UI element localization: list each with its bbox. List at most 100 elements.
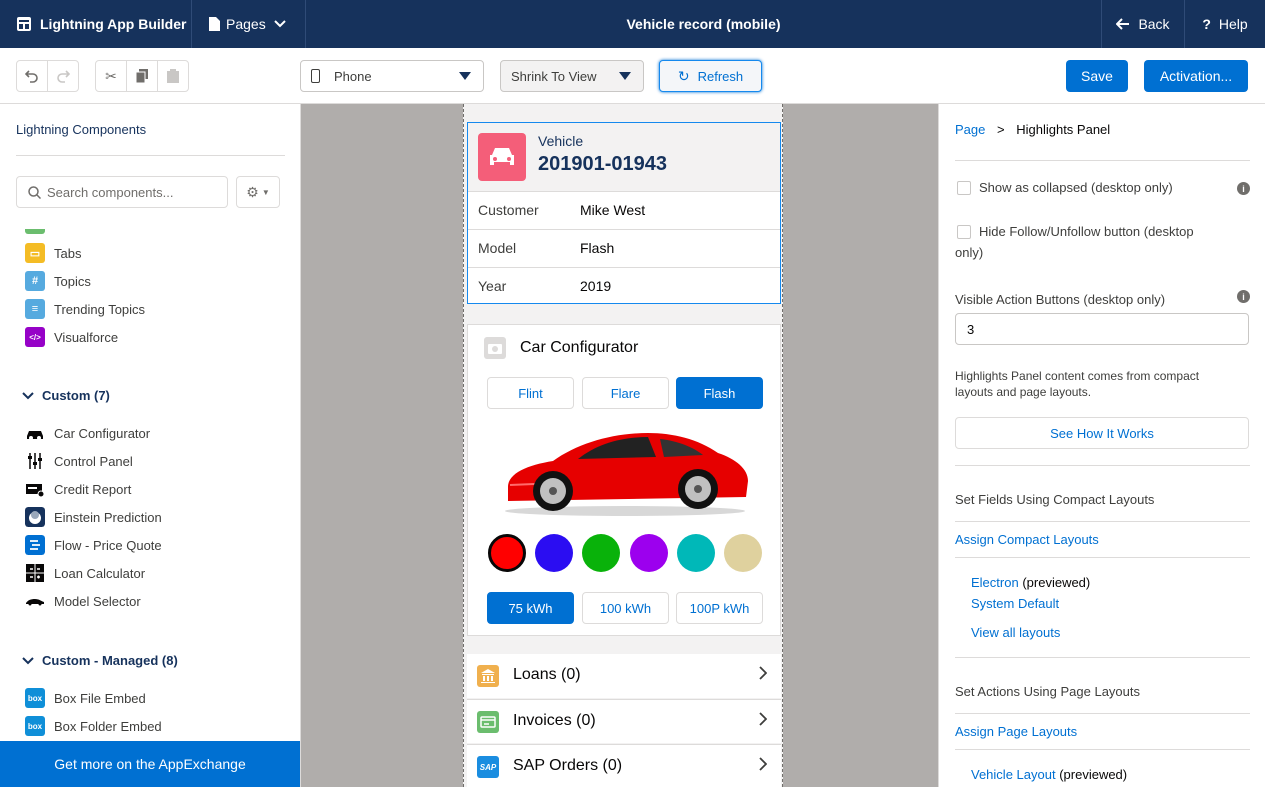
component-label: Einstein Prediction	[54, 509, 162, 525]
activation-button[interactable]: Activation...	[1144, 60, 1248, 92]
battery-button-100[interactable]: 100 kWh	[582, 592, 669, 624]
app-name[interactable]: Lightning App Builder	[0, 0, 192, 48]
component-label: Visualforce	[54, 329, 119, 345]
page-layout-link[interactable]: Vehicle Layout	[971, 767, 1056, 782]
highlights-panel[interactable]: Vehicle 201901-01943 Customer Mike West …	[467, 122, 781, 304]
phone-preview: Vehicle 201901-01943 Customer Mike West …	[463, 104, 783, 788]
page-layouts-heading: Set Actions Using Page Layouts	[955, 684, 1141, 699]
page-layout-item: Vehicle Layout (previewed)	[971, 764, 1127, 785]
show-collapsed-checkbox[interactable]	[957, 181, 971, 195]
copy-button[interactable]	[126, 60, 158, 92]
visible-actions-input[interactable]: 3	[955, 313, 1249, 345]
color-swatch-green[interactable]	[582, 534, 620, 572]
component-label: Loan Calculator	[54, 565, 146, 581]
component-box-file-embed[interactable]: box Box File Embed	[25, 688, 146, 708]
related-list-loans[interactable]: Loans (0)	[467, 654, 781, 698]
component-credit-report[interactable]: Credit Report	[25, 479, 131, 499]
info-icon[interactable]: i	[1237, 290, 1250, 303]
color-swatch-purple[interactable]	[630, 534, 668, 572]
scissors-icon: ✂	[105, 67, 117, 84]
chevron-down-icon	[22, 391, 34, 399]
divider	[955, 465, 1250, 466]
appexchange-link[interactable]: Get more on the AppExchange	[0, 741, 300, 787]
pages-menu[interactable]: Pages	[192, 0, 306, 48]
related-list-sap-orders[interactable]: SAP SAP Orders (0)	[467, 744, 781, 788]
chevron-down-icon	[22, 656, 34, 664]
top-bar: Lightning App Builder Pages Vehicle reco…	[0, 0, 1265, 48]
divider	[955, 521, 1250, 522]
color-swatch-beige[interactable]	[724, 534, 762, 572]
related-list-label: Invoices (0)	[513, 712, 596, 729]
settings-menu-button[interactable]: ⚙ ▼	[236, 176, 280, 208]
sliders-icon	[28, 453, 42, 469]
properties-panel: Page > Highlights Panel Show as collapse…	[938, 104, 1265, 787]
component-label: Topics	[54, 273, 91, 289]
component-flow-price-quote[interactable]: Flow - Price Quote	[25, 535, 162, 555]
undo-button[interactable]	[16, 60, 48, 92]
component-visualforce[interactable]: </> Visualforce	[25, 327, 118, 347]
field-row-year: Year 2019	[468, 267, 780, 305]
back-button[interactable]: Back	[1101, 0, 1184, 48]
car-configurator-card[interactable]: Car Configurator Flint Flare Flash 75 kW…	[467, 324, 781, 636]
component-loan-calculator[interactable]: Loan Calculator	[25, 563, 145, 583]
assign-compact-layouts-link[interactable]: Assign Compact Layouts	[955, 529, 1099, 550]
components-title: Lightning Components	[16, 122, 147, 137]
car-icon	[478, 133, 526, 181]
paste-button[interactable]	[157, 60, 189, 92]
trim-button-flint[interactable]: Flint	[487, 377, 574, 409]
component-trending-topics[interactable]: ≡ Trending Topics	[25, 299, 145, 319]
search-input[interactable]: Search components...	[16, 176, 228, 208]
search-placeholder: Search components...	[47, 184, 174, 200]
component-label: Box File Embed	[54, 690, 146, 706]
undo-icon	[25, 70, 38, 83]
field-label: Customer	[478, 202, 539, 218]
trim-button-flash[interactable]: Flash	[676, 377, 763, 409]
divider	[955, 557, 1250, 558]
trim-button-flare[interactable]: Flare	[582, 377, 669, 409]
caret-down-icon	[459, 72, 471, 80]
battery-button-100p[interactable]: 100P kWh	[676, 592, 763, 624]
color-swatch-blue[interactable]	[535, 534, 573, 572]
section-custom-managed[interactable]: Custom - Managed (8)	[21, 653, 178, 668]
divider	[16, 155, 285, 156]
paste-icon	[167, 69, 179, 83]
see-how-it-works-button[interactable]: See How It Works	[955, 417, 1249, 449]
section-custom[interactable]: Custom (7)	[21, 388, 110, 403]
pages-label: Pages	[226, 16, 266, 32]
refresh-button[interactable]: ↻ Refresh	[659, 60, 762, 92]
hide-follow-label: Hide Follow/Unfollow button (desktop onl…	[955, 224, 1194, 260]
customer-link[interactable]: Mike West	[580, 202, 645, 218]
device-select[interactable]: Phone	[300, 60, 484, 92]
einstein-icon	[25, 507, 45, 527]
help-button[interactable]: ? Help	[1184, 0, 1265, 48]
highlights-header: Vehicle 201901-01943	[468, 123, 780, 191]
save-button[interactable]: Save	[1066, 60, 1128, 92]
component-einstein-prediction[interactable]: Einstein Prediction	[25, 507, 162, 527]
battery-button-75[interactable]: 75 kWh	[487, 592, 574, 624]
related-list-invoices[interactable]: Invoices (0)	[467, 699, 781, 743]
box-icon: box	[25, 688, 45, 708]
previewed-note: (previewed)	[1022, 575, 1091, 590]
component-control-panel[interactable]: Control Panel	[25, 451, 133, 471]
zoom-select[interactable]: Shrink To View	[500, 60, 644, 92]
breadcrumb-page-link[interactable]: Page	[955, 122, 985, 137]
flow-icon	[25, 535, 45, 555]
component-car-configurator[interactable]: Car Configurator	[25, 423, 150, 443]
color-swatch-red[interactable]	[488, 534, 526, 572]
component-topics[interactable]: # Topics	[25, 271, 91, 291]
toolbar: ✂ Phone Shrink To View ↻ Refresh Save Ac…	[0, 48, 1265, 104]
assign-page-layouts-link[interactable]: Assign Page Layouts	[955, 721, 1077, 742]
cut-button[interactable]: ✂	[95, 60, 127, 92]
sap-icon: SAP	[477, 756, 499, 778]
color-swatch-teal[interactable]	[677, 534, 715, 572]
view-all-layouts-link[interactable]: View all layouts	[971, 622, 1060, 643]
redo-button[interactable]	[47, 60, 79, 92]
question-icon: ?	[1202, 16, 1211, 32]
component-model-selector[interactable]: Model Selector	[25, 591, 141, 611]
compact-layout-link[interactable]: System Default	[971, 593, 1059, 614]
chevron-right-icon	[759, 757, 768, 776]
component-box-folder-embed[interactable]: box Box Folder Embed	[25, 716, 162, 736]
component-tabs[interactable]: ▭ Tabs	[25, 243, 81, 263]
compact-layout-link[interactable]: Electron	[971, 575, 1019, 590]
info-icon[interactable]: i	[1237, 182, 1250, 195]
